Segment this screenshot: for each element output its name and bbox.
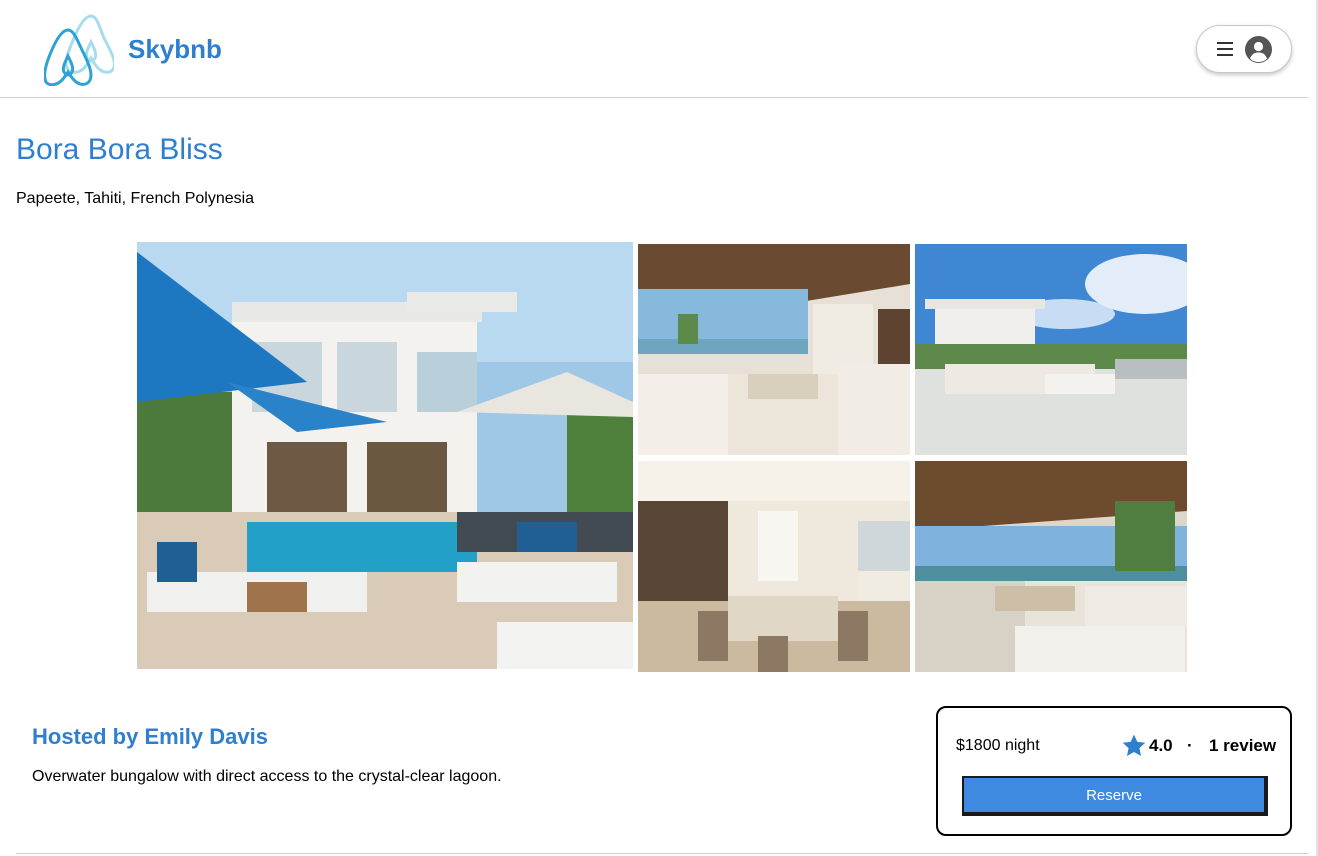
rating-value: 4.0 bbox=[1149, 736, 1173, 755]
listing-location: Papeete, Tahiti, French Polynesia bbox=[16, 190, 255, 207]
photo-2[interactable] bbox=[638, 244, 910, 455]
brand-name[interactable]: Skybnb bbox=[128, 34, 222, 65]
photo-5[interactable] bbox=[915, 461, 1187, 672]
star-icon bbox=[1122, 734, 1146, 756]
review-count[interactable]: 1 review bbox=[1209, 736, 1276, 756]
photo-4[interactable] bbox=[638, 461, 910, 672]
photo-3[interactable] bbox=[915, 244, 1187, 455]
user-menu-button[interactable] bbox=[1196, 25, 1292, 73]
nightly-price: $1800 night bbox=[956, 737, 1040, 754]
covered-patio-photo bbox=[915, 461, 1187, 672]
reserve-button[interactable]: Reserve bbox=[962, 776, 1268, 816]
user-avatar-icon bbox=[1245, 36, 1272, 63]
site-header: Skybnb bbox=[0, 0, 1308, 98]
covered-terrace-photo bbox=[638, 244, 910, 455]
logo[interactable] bbox=[44, 12, 114, 86]
dining-room-photo bbox=[638, 461, 910, 672]
hamburger-menu-icon bbox=[1217, 42, 1233, 56]
skybnb-logo-icon bbox=[44, 14, 114, 86]
rooftop-terrace-photo bbox=[915, 244, 1187, 455]
photo-main[interactable] bbox=[137, 242, 633, 669]
rating-separator: · bbox=[1187, 736, 1193, 755]
listing-description: Overwater bungalow with direct access to… bbox=[32, 768, 502, 785]
host-name: Hosted by Emily Davis bbox=[32, 724, 268, 749]
booking-card: $1800 night 4.0 · 1 review Reserve bbox=[936, 706, 1292, 836]
listing-title: Bora Bora Bliss bbox=[16, 133, 223, 166]
divider bbox=[16, 853, 1308, 854]
villa-pool-photo bbox=[137, 242, 633, 669]
